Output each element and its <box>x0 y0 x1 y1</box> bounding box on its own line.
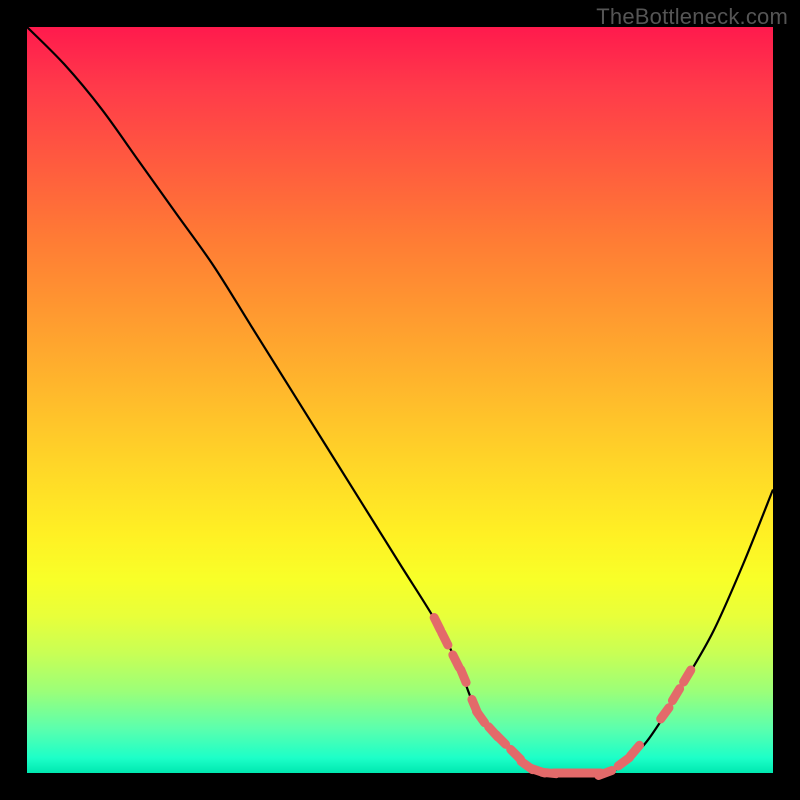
curve-marker <box>453 655 459 668</box>
curve-marker <box>661 708 669 719</box>
chart-svg <box>27 27 773 773</box>
curve-marker <box>496 734 506 744</box>
curve-marker <box>442 632 448 645</box>
curve-marker <box>630 745 639 756</box>
curve-marker <box>684 670 691 682</box>
bottleneck-curve <box>27 27 773 775</box>
curve-marker <box>461 670 466 683</box>
curve-marker <box>599 771 612 776</box>
curve-markers <box>434 618 691 776</box>
curve-marker <box>672 689 679 701</box>
chart-area <box>27 27 773 773</box>
curve-marker <box>434 618 440 631</box>
watermark-text: TheBottleneck.com <box>596 4 788 30</box>
curve-marker <box>476 711 484 722</box>
